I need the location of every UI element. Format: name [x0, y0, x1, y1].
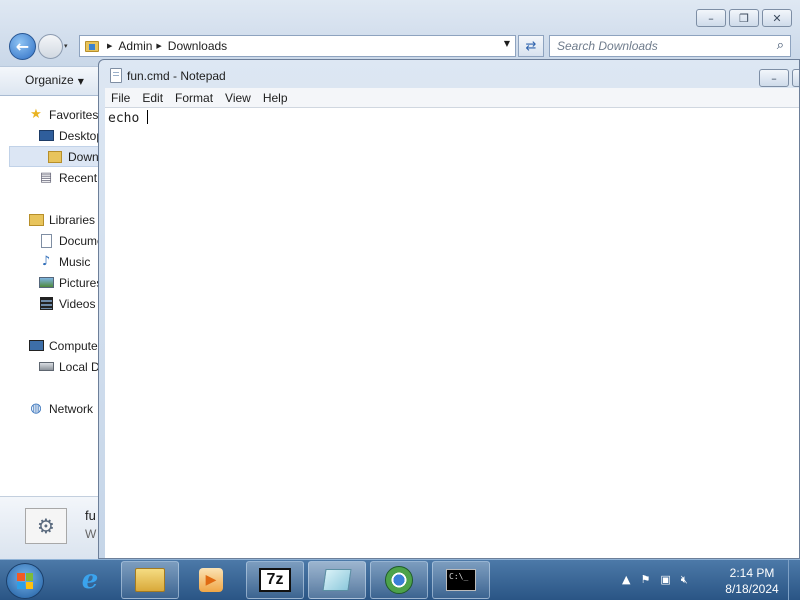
maximize-button[interactable]: ❐: [729, 9, 759, 27]
gear-file-icon: ⚙: [25, 508, 67, 544]
recent-places-icon: ▤: [39, 170, 53, 185]
notepad-icon: [110, 68, 122, 83]
pictures-icon: [38, 276, 54, 290]
menu-view[interactable]: View: [225, 91, 251, 105]
notepad-window-controls: – ❐: [759, 69, 799, 87]
chevron-right-icon[interactable]: ▶: [107, 42, 112, 50]
disk-icon: [38, 360, 54, 374]
nav-item-libraries[interactable]: Libraries: [0, 209, 100, 230]
menu-format[interactable]: Format: [175, 91, 213, 105]
windows-logo-icon: [17, 573, 33, 589]
taskbar-internet-explorer[interactable]: e: [66, 561, 114, 599]
search-placeholder: Search Downloads: [557, 39, 658, 53]
videos-icon: [38, 297, 54, 311]
file-explorer-icon: [135, 568, 165, 592]
notepad-icon: [322, 569, 352, 591]
nav-item-downloads[interactable]: Downloads: [9, 146, 100, 167]
recent-pages-dropdown[interactable]: ▾: [64, 42, 68, 50]
taskbar-chrome[interactable]: [370, 561, 428, 599]
taskbar-media-player[interactable]: ▶: [185, 561, 237, 599]
music-icon: ♪: [41, 254, 51, 269]
system-tray: ▲ ⚑ ▣ 🔇︎: [622, 573, 688, 587]
internet-explorer-icon: e: [81, 565, 99, 595]
search-input[interactable]: Search Downloads ⌕: [549, 35, 791, 57]
nav-item-pictures[interactable]: Pictures: [0, 272, 100, 293]
menu-file[interactable]: File: [111, 91, 130, 105]
navigation-pane: ★Favorites Desktop Downloads ▤Recent Pla…: [0, 96, 100, 496]
computer-icon: [28, 339, 44, 353]
menu-help[interactable]: Help: [263, 91, 288, 105]
close-button[interactable]: ✕: [762, 9, 792, 27]
nav-item-local-disk[interactable]: Local Disk (C:): [0, 356, 100, 377]
chevron-down-icon: ▼: [77, 77, 84, 86]
refresh-button[interactable]: ⇄: [518, 35, 544, 57]
minimize-button[interactable]: –: [759, 69, 789, 87]
clock-date: 8/18/2024: [725, 582, 779, 596]
media-player-icon: ▶: [199, 568, 223, 592]
forward-button[interactable]: [38, 34, 63, 59]
clock[interactable]: 2:14 PM 8/18/2024: [722, 565, 782, 597]
documents-icon: [38, 233, 54, 248]
address-dropdown-icon[interactable]: ▼: [504, 39, 510, 48]
nav-item-documents[interactable]: Documents: [0, 230, 100, 251]
show-desktop-button[interactable]: [788, 560, 800, 600]
nav-item-recent-places[interactable]: ▤Recent Places: [0, 167, 100, 188]
chevron-right-icon[interactable]: ▶: [156, 42, 161, 50]
taskbar-command-prompt[interactable]: C:\_: [432, 561, 490, 599]
back-arrow-icon: ←: [15, 37, 30, 56]
maximize-button[interactable]: ❐: [792, 69, 799, 87]
organize-button[interactable]: Organize ▼: [25, 73, 84, 87]
organize-label: Organize: [25, 73, 74, 87]
volume-muted-icon[interactable]: 🔇︎: [681, 573, 688, 587]
breadcrumb-admin[interactable]: Admin: [118, 39, 152, 53]
details-file-type: W: [85, 527, 97, 541]
editor-content: echo: [108, 111, 148, 126]
taskbar: e ▶ 7z C:\_ ▲ ⚑ ▣ 🔇︎ 2:14 PM 8/18/2024: [0, 559, 800, 600]
command-prompt-icon: C:\_: [446, 569, 476, 591]
chrome-icon: [385, 566, 413, 594]
details-file-name: fu: [85, 508, 96, 523]
taskbar-file-explorer[interactable]: [121, 561, 179, 599]
breadcrumb-downloads[interactable]: Downloads: [168, 39, 227, 53]
nav-item-desktop[interactable]: Desktop: [0, 125, 100, 146]
nav-item-videos[interactable]: Videos: [0, 293, 100, 314]
downloads-folder-icon: [85, 40, 99, 52]
taskbar-notepad[interactable]: [308, 561, 366, 599]
taskbar-7zip[interactable]: 7z: [246, 561, 304, 599]
network-icon: ◍: [30, 401, 42, 416]
clock-time: 2:14 PM: [729, 566, 775, 580]
text-caret: [147, 110, 149, 124]
nav-item-computer[interactable]: Computer: [0, 335, 100, 356]
network-status-icon[interactable]: ▣: [660, 573, 670, 587]
details-pane: ⚙ fu W: [0, 496, 100, 559]
back-button[interactable]: ←: [9, 33, 36, 60]
start-button[interactable]: [6, 563, 44, 599]
menu-bar: File Edit Format View Help: [105, 88, 799, 107]
star-icon: ★: [30, 107, 42, 122]
nav-item-favorites[interactable]: ★ Favorites: [0, 104, 100, 125]
text-editor[interactable]: echo: [105, 107, 799, 558]
show-hidden-icons-icon[interactable]: ▲: [622, 573, 630, 587]
notepad-window: fun.cmd - Notepad – ❐ File Edit Format V…: [98, 59, 800, 559]
libraries-icon: [28, 213, 44, 227]
refresh-icon: ⇄: [525, 38, 537, 54]
desktop-icon: [38, 129, 54, 143]
nav-item-network[interactable]: ◍ Network: [0, 398, 100, 419]
downloads-folder-icon: [47, 150, 63, 164]
7zip-icon: 7z: [259, 568, 291, 592]
nav-item-music[interactable]: ♪ Music: [0, 251, 100, 272]
window-title: fun.cmd - Notepad: [127, 69, 226, 83]
explorer-title-bar: – ❐ ✕ ← ▾ ▶ Admin ▶ Downloads ▼ ⇄ Search…: [0, 0, 800, 66]
action-center-flag-icon[interactable]: ⚑: [640, 573, 650, 587]
menu-edit[interactable]: Edit: [142, 91, 163, 105]
explorer-window-controls: – ❐ ✕: [696, 9, 792, 27]
search-icon[interactable]: ⌕: [777, 38, 784, 53]
address-bar[interactable]: ▶ Admin ▶ Downloads ▼: [79, 35, 516, 57]
minimize-button[interactable]: –: [696, 9, 726, 27]
